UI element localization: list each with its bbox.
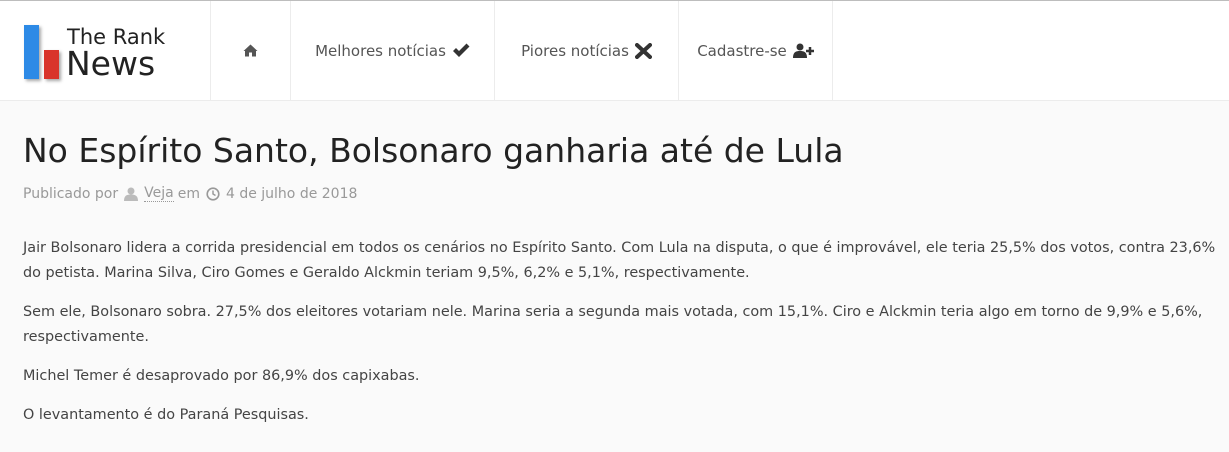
published-by-label: Publicado por xyxy=(23,185,119,202)
article-meta: Publicado por Veja em 4 de julho de 2018 xyxy=(23,185,357,202)
site-logo[interactable]: The Rank News xyxy=(22,23,182,83)
clock-icon xyxy=(206,186,220,201)
article-paragraph: Michel Temer é desaprovado por 86,9% dos… xyxy=(23,368,420,384)
nav-worst-news[interactable]: Piores notícias xyxy=(494,1,678,100)
nav-worst-news-label: Piores notícias xyxy=(521,41,629,60)
nav-best-news-label: Melhores notícias xyxy=(315,41,446,60)
nav-best-news[interactable]: Melhores notícias xyxy=(290,1,494,100)
user-plus-icon xyxy=(792,43,814,58)
author-link[interactable]: Veja xyxy=(144,185,174,202)
in-label: em xyxy=(177,185,200,202)
logo-red-bar xyxy=(44,50,59,79)
x-icon xyxy=(634,42,652,59)
logo-blue-bar xyxy=(24,25,39,79)
nav-signup-label: Cadastre-se xyxy=(697,41,787,60)
logo-text-bottom: News xyxy=(66,44,156,83)
publish-date: 4 de julho de 2018 xyxy=(225,185,358,202)
article-body: Jair Bolsonaro lidera a corrida presiden… xyxy=(23,236,1223,442)
article-paragraph: Sem ele, Bolsonaro sobra. 27,5% dos elei… xyxy=(23,304,1203,345)
article-paragraph: O levantamento é do Paraná Pesquisas. xyxy=(23,407,309,423)
article-paragraph: Jair Bolsonaro lidera a corrida presiden… xyxy=(23,240,1216,281)
article-title: No Espírito Santo, Bolsonaro ganharia at… xyxy=(23,131,844,170)
site-header: The Rank News Melhores notícias Piores n… xyxy=(0,1,1229,101)
home-icon xyxy=(243,44,258,57)
nav-signup[interactable]: Cadastre-se xyxy=(678,1,833,100)
check-icon xyxy=(452,43,470,58)
main-nav: Melhores notícias Piores notícias Cadast… xyxy=(210,1,833,100)
user-icon xyxy=(124,187,139,201)
nav-home[interactable] xyxy=(210,1,290,100)
